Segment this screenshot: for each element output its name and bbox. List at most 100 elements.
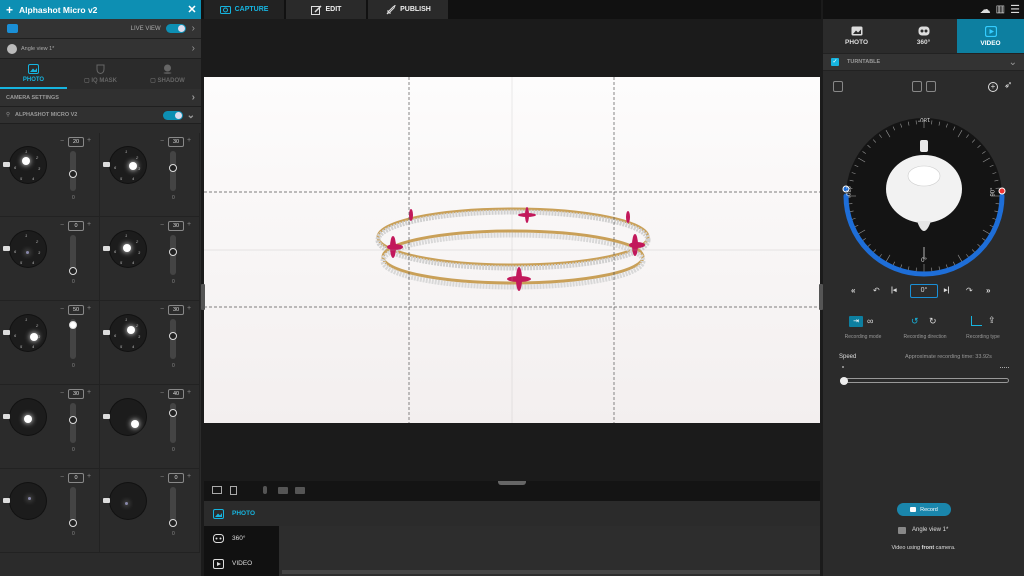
light-value-input[interactable]: 40 — [168, 389, 184, 399]
camera-icon[interactable] — [7, 24, 18, 33]
collapse-left-handle[interactable] — [201, 284, 205, 310]
device-row[interactable]: ⚲ ALPHASHOT MICRO V2 ⌄ — [0, 107, 201, 124]
light-dial[interactable]: 123456 — [3, 315, 46, 351]
next-icon[interactable]: ▸| — [944, 286, 949, 294]
decrease-button[interactable]: − — [60, 306, 64, 313]
chevron-down-icon[interactable]: ⌄ — [1009, 57, 1017, 68]
tab-360[interactable]: 360° — [890, 19, 957, 53]
tab-publish[interactable]: PUBLISH — [368, 0, 448, 19]
add-circle-icon[interactable]: + — [988, 82, 998, 92]
decrease-button[interactable]: − — [60, 222, 64, 229]
tab-iq-mask[interactable]: ▢ IQ MASK — [67, 59, 134, 89]
light-value-input[interactable]: 20 — [68, 137, 84, 147]
increase-button[interactable]: + — [187, 473, 191, 480]
chevron-right-icon[interactable]: › — [192, 23, 195, 34]
light-slider-handle[interactable] — [69, 415, 77, 424]
mode-360[interactable]: 360° — [204, 526, 279, 551]
tab-edit[interactable]: EDIT — [286, 0, 366, 19]
reset-right-icon[interactable] — [926, 81, 936, 92]
turntable-row[interactable]: ✓ TURNTABLE ⌄ — [823, 53, 1024, 71]
light-slider-handle[interactable] — [169, 519, 177, 527]
decrease-button[interactable]: − — [160, 138, 164, 145]
clipboard-icon[interactable] — [230, 486, 237, 495]
increase-button[interactable]: + — [187, 221, 191, 228]
tab-shadow[interactable]: ▢ SHADOW — [134, 59, 201, 89]
light-dial[interactable] — [103, 399, 146, 435]
turntable-checkbox[interactable]: ✓ — [831, 58, 839, 66]
camera-icon[interactable] — [278, 487, 288, 494]
speed-handle[interactable] — [840, 376, 848, 385]
light-slider-handle[interactable] — [69, 519, 77, 527]
mic-icon[interactable] — [263, 486, 267, 494]
chevron-down-icon[interactable]: ⌄ — [187, 110, 195, 121]
live-preview[interactable] — [204, 77, 820, 423]
speed-slider[interactable] — [840, 376, 1009, 385]
reset-left-icon[interactable] — [912, 81, 922, 92]
light-dial[interactable] — [3, 483, 46, 519]
increase-button[interactable]: + — [87, 473, 91, 480]
angle-row[interactable]: Angle view 1* › — [0, 39, 201, 59]
record-button[interactable]: Record — [897, 503, 951, 516]
light-value-input[interactable]: 30 — [68, 389, 84, 399]
light-slider-handle[interactable] — [169, 247, 177, 256]
decrease-button[interactable]: − — [160, 306, 164, 313]
skip-start-icon[interactable]: « — [851, 286, 855, 295]
increase-button[interactable]: + — [187, 389, 191, 396]
light-dial[interactable]: 123456 — [103, 315, 146, 351]
increase-button[interactable]: + — [87, 221, 91, 228]
step-forward-icon[interactable]: ↷ — [966, 286, 973, 295]
decrease-button[interactable]: − — [60, 390, 64, 397]
light-value-input[interactable]: 0 — [68, 473, 84, 483]
type-export-icon[interactable]: ⇪ — [988, 315, 996, 326]
mode-video[interactable]: VIDEO — [204, 551, 279, 576]
light-slider-handle[interactable] — [69, 320, 77, 329]
light-value-input[interactable]: 30 — [168, 137, 184, 147]
light-dial[interactable] — [103, 483, 146, 519]
decrease-button[interactable]: − — [160, 390, 164, 397]
menu-icon[interactable]: ☰ — [1010, 3, 1020, 16]
increase-button[interactable]: + — [187, 137, 191, 144]
chevron-right-icon[interactable]: › — [192, 92, 195, 103]
skip-end-icon[interactable]: » — [986, 286, 990, 295]
direction-ccw-icon[interactable]: ↺ — [911, 316, 919, 327]
turntable-dial[interactable]: 180° 270° 90° 0° — [841, 113, 1007, 279]
turntable-icon[interactable] — [833, 81, 843, 92]
step-back-icon[interactable]: ↶ — [873, 286, 880, 295]
increase-button[interactable]: + — [187, 305, 191, 312]
angle-input[interactable]: 0° — [910, 284, 938, 298]
decrease-button[interactable]: − — [160, 222, 164, 229]
light-dial[interactable] — [3, 399, 46, 435]
add-icon[interactable]: + — [0, 3, 19, 17]
light-dial[interactable]: 123456 — [103, 231, 146, 267]
light-value-input[interactable]: 30 — [168, 221, 184, 231]
camera-settings-row[interactable]: CAMERA SETTINGS › — [0, 89, 201, 107]
tab-video[interactable]: VIDEO — [957, 19, 1024, 53]
light-slider-handle[interactable] — [169, 163, 177, 172]
mode-photo[interactable]: PHOTO — [204, 501, 820, 526]
rocket-icon[interactable]: ➶ — [1004, 80, 1012, 91]
cloud-icon[interactable]: ☁ — [980, 3, 991, 16]
compare-icon[interactable] — [212, 486, 222, 494]
decrease-button[interactable]: − — [60, 138, 64, 145]
chevron-right-icon[interactable]: › — [192, 43, 195, 54]
light-dial[interactable]: 123456 — [3, 231, 46, 267]
decrease-button[interactable]: − — [60, 474, 64, 481]
light-dial[interactable]: 123456 — [103, 147, 146, 183]
light-dial[interactable]: 123456 — [3, 147, 46, 183]
tab-photo[interactable]: PHOTO — [823, 19, 890, 53]
increase-button[interactable]: + — [87, 305, 91, 312]
close-icon[interactable]: ✕ — [183, 3, 201, 16]
light-slider-handle[interactable] — [169, 331, 177, 340]
device-toggle[interactable] — [162, 110, 183, 120]
camera-alt-icon[interactable] — [295, 487, 305, 494]
mode-loop-icon[interactable]: ∞ — [867, 316, 873, 326]
live-view-toggle[interactable] — [165, 24, 186, 33]
increase-button[interactable]: + — [87, 137, 91, 144]
book-icon[interactable]: ▥ — [996, 4, 1005, 15]
light-value-input[interactable]: 30 — [168, 305, 184, 315]
light-slider-handle[interactable] — [69, 267, 77, 275]
mode-linear-icon[interactable]: ⇥ — [849, 316, 863, 327]
light-value-input[interactable]: 0 — [68, 221, 84, 231]
type-chart-icon[interactable] — [971, 316, 982, 326]
tab-photo[interactable]: PHOTO — [0, 59, 67, 89]
